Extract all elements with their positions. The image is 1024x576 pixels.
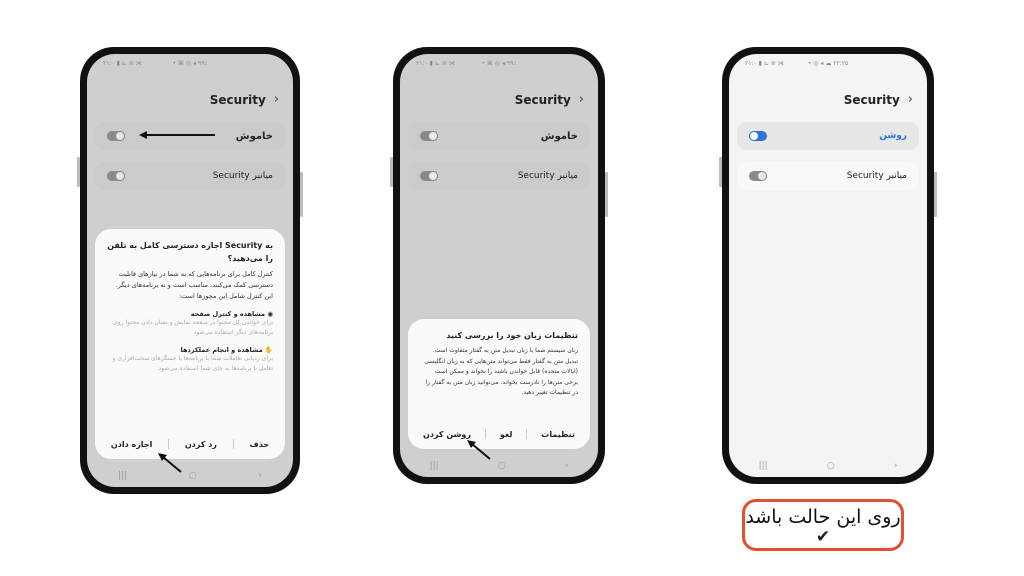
- phone-step-2: ۲۱:۰ ▮ ⊾ ≋ ⋊ • ⌘ ◎ ◂ ٩٩٪ Security › خامو…: [390, 47, 608, 484]
- home-button[interactable]: ○: [498, 461, 506, 471]
- status-bar: ۲۱:۰ ▮ ⊾ ≋ ⋊ • ⌘ ◎ ◂ ٩٩٪: [103, 60, 208, 67]
- page-title: Security ›: [843, 92, 913, 107]
- home-button[interactable]: ○: [827, 461, 835, 471]
- nav-bar: ||| ○ ›: [400, 461, 598, 471]
- cancel-button[interactable]: لغو: [500, 430, 513, 439]
- toggle-switch[interactable]: [107, 171, 125, 181]
- deny-button[interactable]: رد کردن: [185, 440, 217, 449]
- allow-button[interactable]: اجازه دادن: [111, 440, 152, 449]
- settings-button[interactable]: تنظیمات: [541, 430, 575, 439]
- remove-button[interactable]: حذف: [249, 440, 269, 449]
- shortcut-toggle-row[interactable]: میانبر Security: [95, 162, 285, 190]
- shortcut-toggle-row[interactable]: میانبر Security: [408, 162, 590, 190]
- toggle-switch[interactable]: [420, 131, 438, 141]
- back-button[interactable]: ›: [258, 471, 262, 481]
- phone-step-3: ۲۱:۰ ▮ ⊾ ≋ ⋊ • ◎ ◂ ☁ ۲۲:۲۵ Security › رو…: [719, 47, 937, 484]
- perm-view-control: ◉ مشاهده و کنترل صفحه: [190, 310, 273, 318]
- page-title: Security ›: [514, 92, 584, 107]
- toggle-switch-on[interactable]: [749, 131, 767, 141]
- nav-bar: ||| ○ ›: [729, 461, 927, 471]
- status-bar: ۲۱:۰ ▮ ⊾ ≋ ⋊ • ⌘ ◎ ◂ ٩٩٪: [416, 60, 517, 67]
- nav-bar: ||| ○ ›: [87, 471, 293, 481]
- toggle-switch[interactable]: [420, 171, 438, 181]
- main-toggle-row[interactable]: روشن: [737, 122, 919, 150]
- page-title: Security ›: [209, 92, 279, 107]
- perm-actions: ✋ مشاهده و انجام عملکردها: [180, 346, 273, 354]
- screen: ۲۱:۰ ▮ ⊾ ≋ ⋊ • ⌘ ◎ ◂ ٩٩٪ Security › خامو…: [87, 54, 293, 487]
- recent-apps-button[interactable]: |||: [759, 461, 768, 471]
- checkmark-icon: ✔: [815, 527, 831, 547]
- turn-on-button[interactable]: روشن کردن: [423, 430, 471, 439]
- toggle-switch[interactable]: [749, 171, 767, 181]
- arrow-annotation-icon: [467, 440, 491, 460]
- chevron-right-icon[interactable]: ›: [579, 92, 584, 107]
- instruction-note: روی این حالت باشد ✔: [742, 499, 904, 551]
- back-button[interactable]: ›: [565, 461, 569, 471]
- screen: ۲۱:۰ ▮ ⊾ ≋ ⋊ • ⌘ ◎ ◂ ٩٩٪ Security › خامو…: [400, 54, 598, 477]
- language-dialog: تنظیمات زبان خود را بررسی کنید زبان سیست…: [408, 319, 590, 449]
- permission-dialog: به Security اجازه دسترسی کامل به تلفن را…: [95, 229, 285, 459]
- chevron-right-icon[interactable]: ›: [908, 92, 913, 107]
- hand-icon: ✋: [264, 346, 273, 354]
- shortcut-toggle-row[interactable]: میانبر Security: [737, 162, 919, 190]
- recent-apps-button[interactable]: |||: [118, 471, 127, 481]
- main-toggle-row[interactable]: خاموش: [408, 122, 590, 150]
- screen: ۲۱:۰ ▮ ⊾ ≋ ⋊ • ◎ ◂ ☁ ۲۲:۲۵ Security › رو…: [729, 54, 927, 477]
- toggle-switch[interactable]: [107, 131, 125, 141]
- arrow-annotation-icon: [139, 131, 215, 139]
- back-button[interactable]: ›: [894, 461, 898, 471]
- status-bar: ۲۱:۰ ▮ ⊾ ≋ ⋊ • ◎ ◂ ☁ ۲۲:۲۵: [745, 60, 849, 67]
- chevron-right-icon[interactable]: ›: [274, 92, 279, 107]
- home-button[interactable]: ○: [189, 471, 197, 481]
- eye-icon: ◉: [267, 310, 273, 318]
- phone-step-1: ۲۱:۰ ▮ ⊾ ≋ ⋊ • ⌘ ◎ ◂ ٩٩٪ Security › خامو…: [77, 47, 303, 494]
- recent-apps-button[interactable]: |||: [430, 461, 439, 471]
